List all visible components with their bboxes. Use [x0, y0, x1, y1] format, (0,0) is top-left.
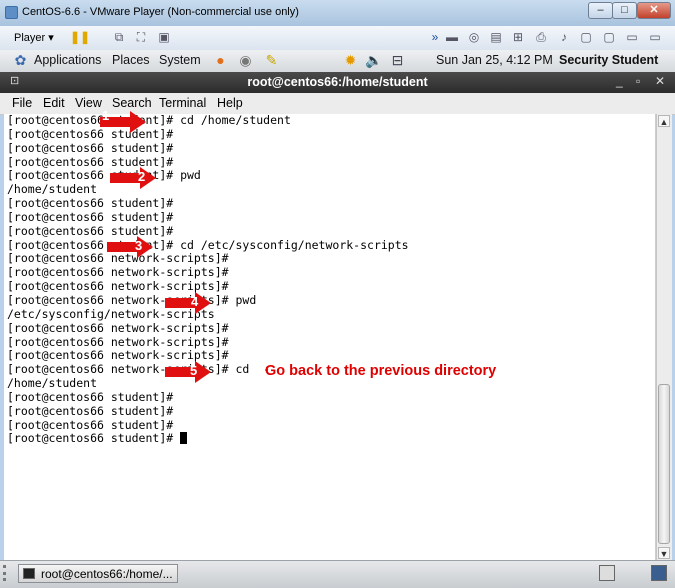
arrow-shape [165, 361, 211, 383]
vmware-toolbar: Player ▾ ❚❚ ⧉ ⛶ ▣ » ▬ ◎ ▤ ⊞ ⎙ ♪ ▢ ▢ ▭ ▭ [0, 26, 675, 51]
fullscreen-icon[interactable]: ⛶ [134, 30, 148, 44]
floppy-icon[interactable]: ▤ [489, 30, 503, 44]
terminal-cursor [180, 432, 188, 445]
gnome-foot-icon: ✿ [14, 52, 27, 68]
player-menu[interactable]: Player ▾ [14, 31, 54, 44]
terminal-maximize-button[interactable]: ▫ [636, 74, 640, 88]
clock[interactable]: Sun Jan 25, 4:12 PM [436, 53, 553, 67]
terminal-line: [root@centos66 network-scripts]# [7, 251, 229, 266]
network-icon[interactable]: ⊟ [389, 52, 406, 69]
menu-search[interactable]: Search [112, 96, 152, 110]
terminal-line: [root@centos66 student]# [7, 403, 174, 418]
scroll-down-button[interactable]: ▼ [658, 547, 670, 559]
usb-device-2-icon[interactable]: ▢ [602, 30, 616, 44]
message-icon[interactable]: ▭ [625, 30, 639, 44]
terminal-line: [root@centos66 student]# [7, 140, 174, 155]
taskbar-terminal-button[interactable]: root@centos66:/home/... [18, 564, 178, 583]
notes-icon[interactable]: ✎ [263, 52, 280, 69]
annotation-marker-5: 5 [190, 363, 198, 378]
terminal-line: [root@centos66 student]# [7, 223, 174, 238]
usb-device-icon[interactable]: ▢ [579, 30, 593, 44]
volume-icon[interactable]: 🔈 [365, 52, 382, 69]
terminal-line: [root@centos66 network-scripts]# [7, 334, 229, 349]
annotation-note: Go back to the previous directory [265, 363, 497, 379]
arrow-shape [107, 236, 153, 258]
terminal-output[interactable]: [root@centos66 student]# cd /home/studen… [4, 114, 655, 560]
arrow-shape [110, 167, 156, 189]
annotation-marker-3: 3 [135, 238, 143, 253]
gnome-top-panel: ✿ Applications Places System ● ◉ ✎ ✹ 🔈 ⊟… [0, 50, 675, 73]
updates-icon[interactable]: ✹ [342, 52, 359, 69]
arrow-shape [165, 292, 211, 314]
annotation-marker-2: 2 [138, 169, 146, 184]
user-menu[interactable]: Security Student [559, 53, 658, 67]
minimize-button[interactable]: – [588, 2, 613, 19]
system-menu[interactable]: System [159, 53, 201, 67]
terminal-line: [root@centos66 student]# [7, 126, 174, 141]
menu-help[interactable]: Help [217, 96, 243, 110]
menu-edit[interactable]: Edit [43, 96, 65, 110]
terminal-line: [root@centos66 student]# cd /home/studen… [7, 114, 291, 127]
sound-card-icon[interactable]: ♪ [557, 30, 571, 44]
terminal-line: [root@centos66 student]# [7, 154, 174, 169]
network-adapter-icon[interactable]: ⊞ [511, 30, 525, 44]
close-button[interactable]: ✕ [637, 2, 671, 19]
gnome-bottom-panel: root@centos66:/home/... [0, 560, 675, 588]
terminal-line: [root@centos66 network-scripts]# [7, 320, 229, 335]
taskbar-terminal-label: root@centos66:/home/... [41, 567, 173, 581]
terminal-line: [root@centos66 student]# cd /etc/sysconf… [7, 237, 409, 252]
pause-icon[interactable]: ❚❚ [70, 30, 90, 44]
terminal-lines: [root@centos66 student]# cd /home/studen… [7, 114, 409, 446]
terminal-title-bar: ⊡ root@centos66:/home/student _ ▫ ✕ [0, 72, 675, 93]
cd-drive-icon[interactable]: ◎ [467, 30, 481, 44]
annotation-marker-1: 1 [102, 108, 110, 123]
terminal-line: [root@centos66 student]# [7, 432, 409, 446]
terminal-line: [root@centos66 student]# [7, 209, 174, 224]
terminal-line: [root@centos66 student]# pwd [7, 168, 201, 183]
panel-handle [3, 565, 13, 581]
vmware-title-bar: CentOS-6.6 - VMware Player (Non-commerci… [0, 0, 675, 27]
maximize-button[interactable]: □ [612, 2, 637, 19]
trash-icon[interactable] [651, 565, 667, 581]
terminal-scrollbar[interactable]: ▲ ▼ [656, 114, 672, 560]
scroll-up-button[interactable]: ▲ [658, 115, 670, 127]
terminal-line: [root@centos66 student]# [7, 417, 174, 432]
vmware-app-icon [5, 6, 18, 19]
annotation-marker-4: 4 [191, 294, 199, 309]
vm-settings-icon[interactable]: ▭ [648, 30, 662, 44]
annotation-arrow-2 [110, 167, 156, 189]
annotation-arrow-4 [165, 292, 211, 314]
terminal-close-button[interactable]: ✕ [655, 74, 665, 88]
workspace-switcher-icon[interactable] [599, 565, 615, 581]
terminal-title: root@centos66:/home/student [247, 75, 428, 89]
printer-icon[interactable]: ⎙ [534, 30, 548, 44]
terminal-line: [root@centos66 student]# [7, 389, 174, 404]
terminal-line: [root@centos66 network-scripts]# [7, 265, 229, 280]
annotation-arrow-5 [165, 361, 211, 383]
applications-menu[interactable]: Applications [34, 53, 101, 67]
hard-disk-icon[interactable]: ▬ [445, 30, 459, 44]
menu-file[interactable]: File [12, 96, 32, 110]
removable-devices-icon[interactable]: ⧉ [112, 30, 126, 44]
menu-view[interactable]: View [75, 96, 102, 110]
scroll-thumb[interactable] [658, 384, 670, 544]
more-icon[interactable]: » [428, 30, 442, 44]
vmware-window-title: CentOS-6.6 - VMware Player (Non-commerci… [22, 6, 299, 18]
terminal-line: [root@centos66 student]# [7, 196, 174, 211]
terminal-icon [23, 568, 35, 579]
menu-terminal[interactable]: Terminal [159, 96, 206, 110]
places-menu[interactable]: Places [112, 53, 150, 67]
unity-icon[interactable]: ▣ [157, 30, 171, 44]
terminal-minimize-button[interactable]: _ [616, 74, 623, 88]
evolution-icon[interactable]: ◉ [237, 52, 254, 69]
annotation-arrow-3 [107, 236, 153, 258]
terminal-line: /home/student [7, 182, 98, 197]
firefox-icon[interactable]: ● [212, 52, 229, 69]
